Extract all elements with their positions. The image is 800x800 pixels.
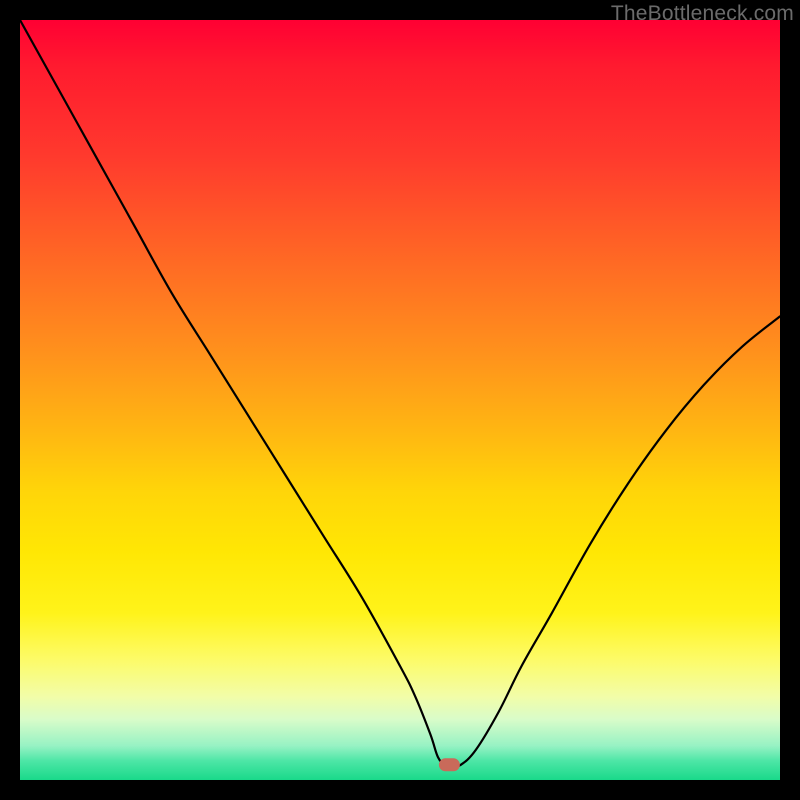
optimal-point-marker [439, 759, 459, 771]
plot-area [20, 20, 780, 780]
chart-stage: TheBottleneck.com [0, 0, 800, 800]
bottleneck-curve [20, 20, 780, 766]
chart-svg [20, 20, 780, 780]
